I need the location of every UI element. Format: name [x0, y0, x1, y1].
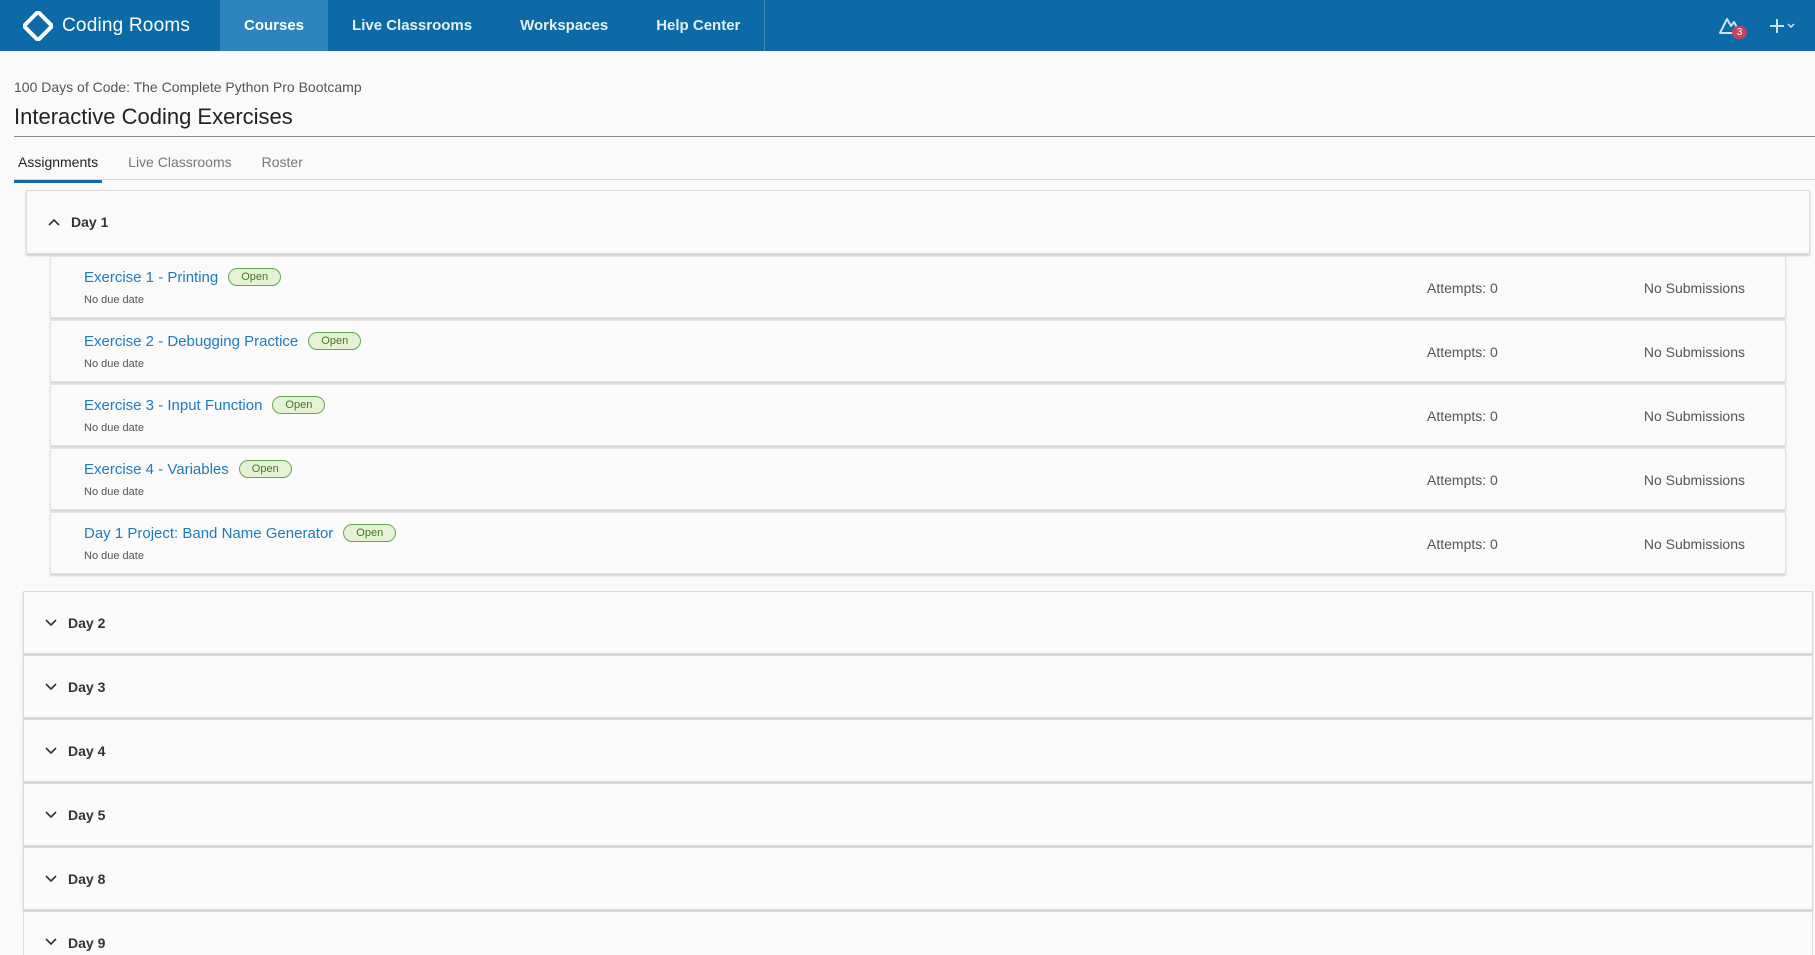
- due-date: No due date: [84, 550, 144, 562]
- title-divider: [14, 136, 1815, 137]
- nav-actions: 3: [1717, 0, 1815, 51]
- assignment-row: Exercise 2 - Debugging Practice Open No d…: [50, 320, 1786, 382]
- day-section-label: Day 1: [71, 214, 109, 230]
- assignment-link[interactable]: Exercise 4 - Variables Open: [84, 460, 292, 478]
- page-title: Interactive Coding Exercises: [14, 104, 293, 129]
- day-section-header[interactable]: Day 5: [23, 783, 1813, 846]
- assignment-link[interactable]: Exercise 2 - Debugging Practice Open: [84, 332, 362, 350]
- status-badge: Open: [228, 268, 282, 286]
- day-section-label: Day 9: [68, 935, 106, 951]
- status-badge: Open: [308, 332, 362, 350]
- day-section-header[interactable]: Day 4: [23, 719, 1813, 782]
- notifications-badge: 3: [1732, 25, 1747, 39]
- day-section-label: Day 5: [68, 806, 106, 823]
- chevron-down-icon: [44, 744, 58, 758]
- submissions-status: No Submissions: [1643, 344, 1745, 360]
- due-date: No due date: [84, 486, 144, 498]
- day-section-label: Day 3: [68, 678, 106, 695]
- primary-nav: Courses Live Classrooms Workspaces Help …: [220, 0, 766, 51]
- day-section-header[interactable]: Day 1: [26, 190, 1810, 254]
- day-section-header[interactable]: Day 2: [23, 591, 1813, 654]
- day-section-label: Day 2: [68, 614, 106, 631]
- day-section-header[interactable]: Day 8: [23, 847, 1813, 910]
- top-navigation-bar: Coding Rooms Courses Live Classrooms Wor…: [0, 0, 1815, 51]
- tabs-divider: [14, 179, 1815, 180]
- chevron-down-icon: [44, 872, 58, 886]
- nav-help-center[interactable]: Help Center: [632, 0, 764, 51]
- chevron-up-icon: [47, 215, 61, 229]
- status-badge: Open: [272, 396, 326, 414]
- assignment-row: Day 1 Project: Band Name Generator Open N…: [50, 512, 1786, 574]
- course-name: 100 Days of Code: The Complete Python Pr…: [14, 79, 362, 95]
- attempts-count: Attempts: 0: [1427, 536, 1498, 552]
- nav-live-classrooms[interactable]: Live Classrooms: [328, 0, 496, 51]
- day-section-label: Day 8: [68, 870, 106, 887]
- assignment-row: Exercise 4 - Variables Open No due date A…: [50, 448, 1786, 510]
- day-section-label: Day 4: [68, 742, 106, 759]
- chevron-down-icon: [1787, 22, 1795, 28]
- assignment-name[interactable]: Exercise 4 - Variables: [84, 461, 229, 478]
- create-menu-button[interactable]: [1769, 18, 1795, 34]
- due-date: No due date: [84, 294, 144, 306]
- due-date: No due date: [84, 358, 144, 370]
- assignment-link[interactable]: Exercise 3 - Input Function Open: [84, 396, 326, 414]
- chevron-down-icon: [44, 680, 58, 694]
- day-section-header[interactable]: Day 3: [23, 655, 1813, 718]
- assignment-link[interactable]: Exercise 1 - Printing Open: [84, 268, 282, 286]
- brand[interactable]: Coding Rooms: [0, 0, 220, 51]
- assignment-link[interactable]: Day 1 Project: Band Name Generator Open: [84, 524, 397, 542]
- nav-courses[interactable]: Courses: [220, 0, 329, 51]
- coding-rooms-logo-icon: [22, 10, 54, 42]
- notifications-button[interactable]: 3: [1717, 13, 1747, 39]
- nav-workspaces[interactable]: Workspaces: [496, 0, 632, 51]
- submissions-status: No Submissions: [1643, 472, 1745, 488]
- submissions-status: No Submissions: [1643, 536, 1745, 552]
- plus-icon: [1770, 18, 1784, 33]
- chevron-down-icon: [44, 808, 58, 822]
- assignment-name[interactable]: Day 1 Project: Band Name Generator: [84, 525, 333, 542]
- assignment-name[interactable]: Exercise 3 - Input Function: [84, 397, 262, 414]
- submissions-status: No Submissions: [1643, 280, 1745, 296]
- day-section-header[interactable]: Day 9: [23, 911, 1813, 955]
- chevron-down-icon: [44, 935, 58, 949]
- status-badge: Open: [343, 524, 397, 542]
- due-date: No due date: [84, 422, 144, 434]
- attempts-count: Attempts: 0: [1427, 408, 1498, 424]
- attempts-count: Attempts: 0: [1427, 344, 1498, 360]
- submissions-status: No Submissions: [1643, 408, 1745, 424]
- assignment-name[interactable]: Exercise 2 - Debugging Practice: [84, 333, 298, 350]
- status-badge: Open: [238, 460, 292, 478]
- brand-name: Coding Rooms: [62, 14, 191, 36]
- assignment-row: Exercise 3 - Input Function Open No due d…: [50, 384, 1786, 446]
- attempts-count: Attempts: 0: [1427, 472, 1498, 488]
- chevron-down-icon: [44, 616, 58, 630]
- attempts-count: Attempts: 0: [1427, 280, 1498, 296]
- assignment-row: Exercise 1 - Printing Open No due date At…: [50, 256, 1786, 318]
- assignment-name[interactable]: Exercise 1 - Printing: [84, 269, 218, 286]
